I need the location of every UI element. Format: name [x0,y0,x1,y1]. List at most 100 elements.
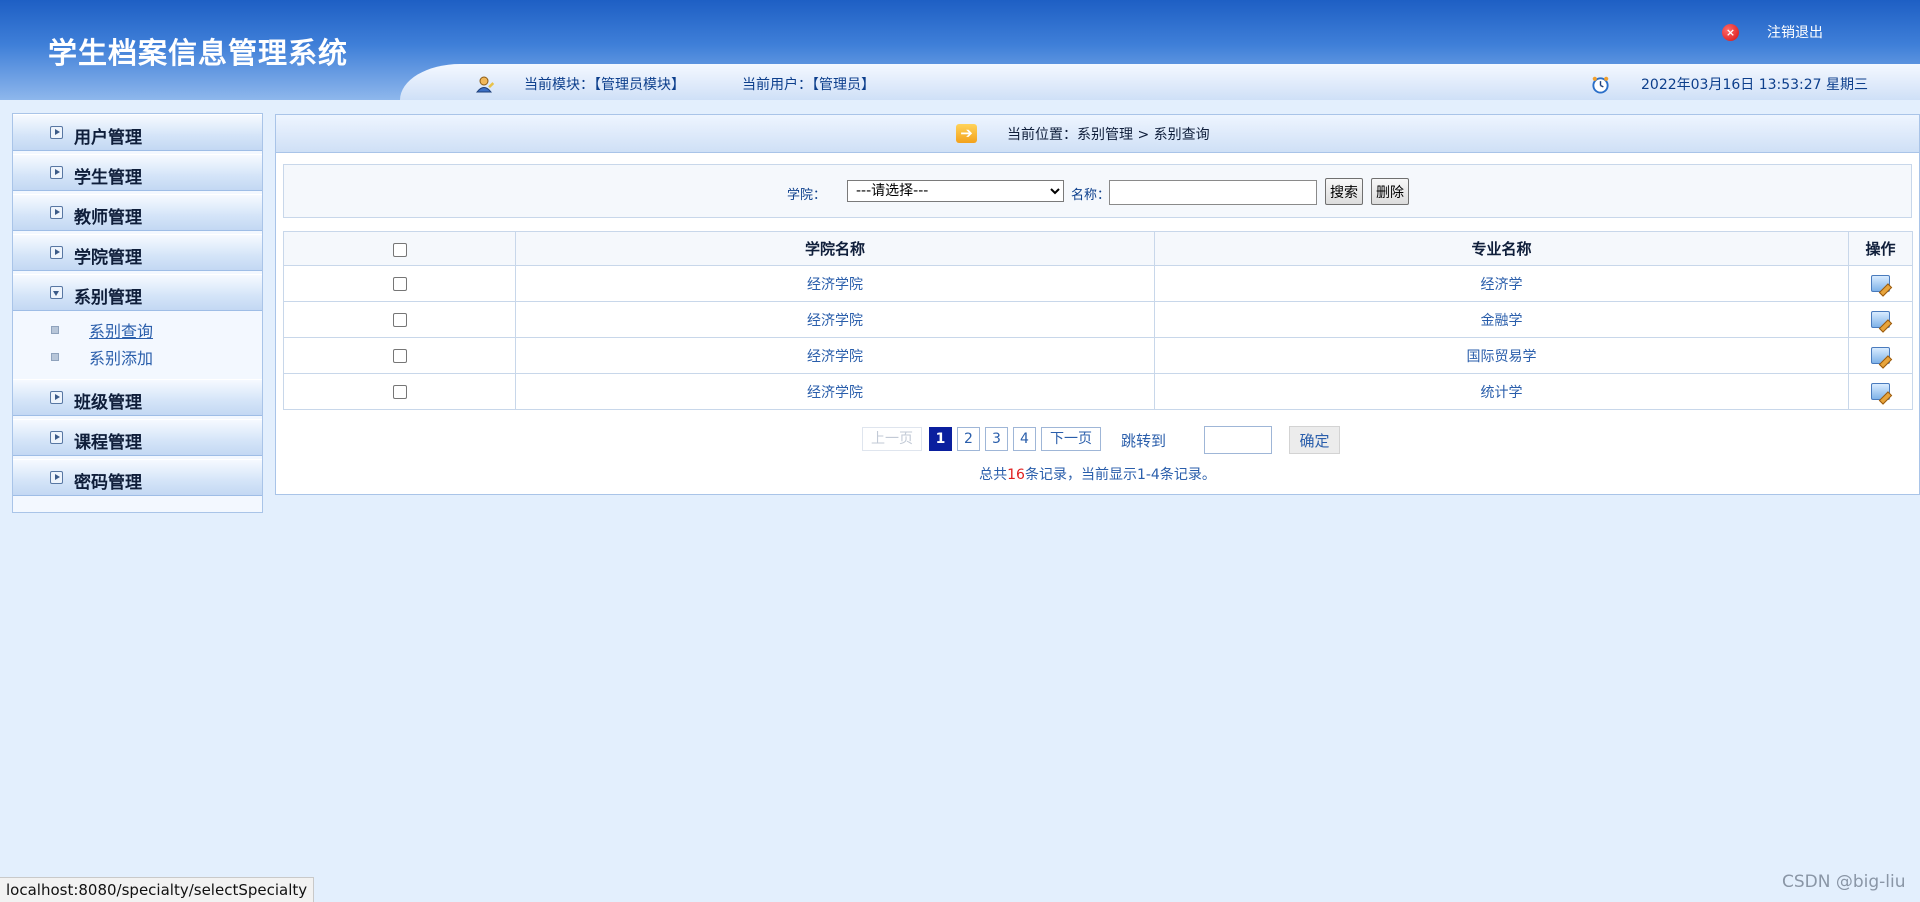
row-select-cell [283,301,516,338]
app-title: 学生档案信息管理系统 [48,36,349,70]
sidebar-item-college-management[interactable]: 学院管理 [13,234,262,271]
expand-arrow-icon [50,431,63,444]
department-submenu: 系别查询 系别添加 [13,314,262,376]
row-checkbox[interactable] [392,276,407,291]
table-row: 经济学院 统计学 [283,373,1913,410]
row-checkbox[interactable] [392,384,407,399]
name-label: 名称： [1071,188,1111,203]
watermark: CSDN @big-liu [1782,872,1906,892]
college-name-cell: 经济学院 [515,337,1155,374]
expand-arrow-icon [50,206,63,219]
sidebar-item-label: 系别管理 [74,287,142,308]
current-module: 当前模块：【管理员模块】 [524,77,685,93]
row-checkbox[interactable] [392,348,407,363]
arrow-right-icon: ➔ [956,124,977,143]
user-edit-icon [475,76,495,93]
column-header-actions: 操作 [1848,231,1913,266]
actions-cell [1848,373,1913,410]
sidebar-item-class-management[interactable]: 班级管理 [13,379,262,416]
college-name-cell: 经济学院 [515,265,1155,302]
table-row: 经济学院 金融学 [283,301,1913,338]
expand-arrow-icon [50,166,63,179]
table-row: 经济学院 经济学 [283,265,1913,302]
summary-total: 16 [1007,467,1025,483]
collapse-arrow-icon [50,286,63,299]
breadcrumb: ➔ 当前位置：系别管理 > 系别查询 [276,115,1919,153]
logout-label: 注销退出 [1767,25,1823,41]
goto-confirm-button[interactable]: 确定 [1289,426,1340,454]
bullet-icon [51,325,59,334]
specialty-name-cell: 国际贸易学 [1154,337,1849,374]
record-summary: 总共16条记录，当前显示1-4条记录。 [276,464,1919,484]
close-circle-icon: × [1722,23,1739,41]
specialty-table: 学院名称 专业名称 操作 经济学院 经济学 经济学院 金融学 经济学院 国际贸易… [283,231,1913,410]
summary-suffix: 条记录，当前显示1-4条记录。 [1024,467,1216,483]
clock-icon [1592,76,1609,94]
breadcrumb-text: 当前位置：系别管理 > 系别查询 [1007,126,1210,143]
sidebar-item-label: 用户管理 [74,127,142,148]
actions-cell [1848,301,1913,338]
submenu-item-department-query[interactable]: 系别查询 [13,316,262,343]
next-page-button[interactable]: 下一页 [1041,427,1101,451]
submenu-item-label: 系别查询 [89,321,154,341]
table-row: 经济学院 国际贸易学 [283,337,1913,374]
expand-arrow-icon [50,391,63,404]
sidebar-item-label: 学院管理 [74,247,142,268]
sidebar-item-label: 密码管理 [74,472,142,493]
select-all-checkbox[interactable] [392,242,407,257]
specialty-name-cell: 金融学 [1154,301,1849,338]
sidebar-item-department-management[interactable]: 系别管理 [13,274,262,311]
expand-arrow-icon [50,246,63,259]
submenu-item-label: 系别添加 [89,348,154,368]
sidebar-item-student-management[interactable]: 学生管理 [13,154,262,191]
sidebar-item-password-management[interactable]: 密码管理 [13,459,262,496]
page-1-button[interactable]: 1 [929,427,952,451]
expand-arrow-icon [50,126,63,139]
select-all-cell [283,231,516,266]
sidebar-item-course-management[interactable]: 课程管理 [13,419,262,456]
summary-prefix: 总共 [979,467,1008,483]
name-input[interactable] [1109,180,1317,205]
goto-page-input[interactable] [1204,426,1272,454]
expand-arrow-icon [50,471,63,484]
sidebar-menu: 用户管理 学生管理 教师管理 学院管理 系别管理 系别查询 系别添加 班级管理 … [12,113,263,513]
current-datetime: 2022年03月16日 13:53:27 星期三 [1641,77,1869,93]
sidebar-item-teacher-management[interactable]: 教师管理 [13,194,262,231]
edit-icon[interactable] [1871,311,1890,328]
pagination: 上一页 1 2 3 4 下一页 跳转到 确定 [276,426,1919,454]
delete-button[interactable]: 删除 [1371,178,1409,205]
edit-icon[interactable] [1871,347,1890,364]
prev-page-button[interactable]: 上一页 [862,427,922,451]
edit-icon[interactable] [1871,383,1890,400]
table-header-row: 学院名称 专业名称 操作 [283,231,1913,266]
specialty-name-cell: 经济学 [1154,265,1849,302]
main-panel: ➔ 当前位置：系别管理 > 系别查询 学院： ---请选择--- 名称： 搜索 … [275,114,1920,495]
sidebar-item-label: 学生管理 [74,167,142,188]
edit-icon[interactable] [1871,275,1890,292]
page-2-button[interactable]: 2 [957,427,980,451]
page-3-button[interactable]: 3 [985,427,1008,451]
college-name-cell: 经济学院 [515,373,1155,410]
row-select-cell [283,373,516,410]
sidebar-item-label: 班级管理 [74,392,142,413]
college-select[interactable]: ---请选择--- [847,180,1064,202]
column-header-specialty: 专业名称 [1154,231,1849,266]
college-name-cell: 经济学院 [515,301,1155,338]
page-4-button[interactable]: 4 [1013,427,1036,451]
bullet-icon [51,352,59,361]
actions-cell [1848,265,1913,302]
logout-button[interactable]: × 注销退出 [1722,22,1823,42]
submenu-item-department-add[interactable]: 系别添加 [13,343,262,370]
row-select-cell [283,265,516,302]
row-select-cell [283,337,516,374]
college-label: 学院： [787,188,827,203]
actions-cell [1848,337,1913,374]
sidebar-item-label: 教师管理 [74,207,142,228]
current-user: 当前用户：【管理员】 [742,77,875,93]
sidebar-item-label: 课程管理 [74,432,142,453]
sidebar-item-user-management[interactable]: 用户管理 [13,114,262,151]
search-button[interactable]: 搜索 [1325,178,1363,205]
status-bar-url: localhost:8080/specialty/selectSpecialty [0,877,315,902]
row-checkbox[interactable] [392,312,407,327]
specialty-name-cell: 统计学 [1154,373,1849,410]
